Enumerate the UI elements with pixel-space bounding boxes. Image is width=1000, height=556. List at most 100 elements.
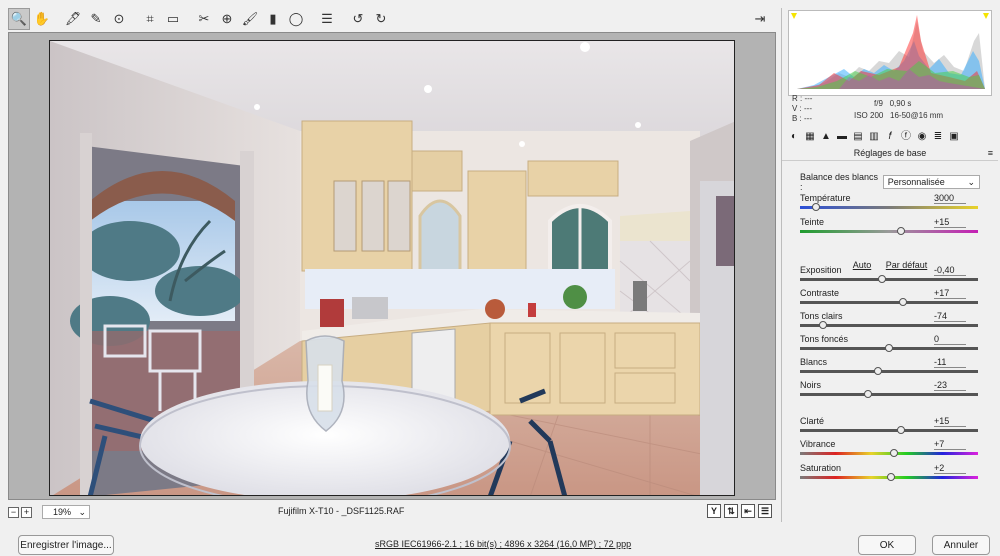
target-icon: ⊙ <box>113 11 125 26</box>
vibrance-track[interactable] <box>800 452 978 455</box>
shadows-slider[interactable]: Tons foncés 0 <box>800 334 980 356</box>
shadows-value-field[interactable]: 0 <box>934 334 966 345</box>
zoom-level-select[interactable]: 19% ⌄ <box>42 505 90 519</box>
white-balance-select[interactable]: Personnalisée ⌄ <box>882 175 980 189</box>
split-toning-tab[interactable]: ▤ <box>850 130 866 144</box>
bottom-bar: Enregistrer l'image... sRGB IEC61966-2.1… <box>0 528 1000 556</box>
histogram-graph <box>791 13 989 89</box>
ok-button[interactable]: OK <box>858 535 916 555</box>
photo-preview[interactable] <box>49 40 735 496</box>
highlights-value-field[interactable]: -74 <box>934 311 966 322</box>
vibrance-value-field[interactable]: +7 <box>934 439 966 450</box>
contrast-track[interactable] <box>800 301 978 304</box>
tone-curve-tab[interactable]: ▦ <box>802 130 818 144</box>
clarity-slider[interactable]: Clarté +15 <box>800 416 980 438</box>
blacks-thumb[interactable] <box>863 390 872 398</box>
presets-tab[interactable]: ≣ <box>930 130 946 144</box>
preferences-tool[interactable]: ☰ <box>316 8 338 30</box>
zoom-tool[interactable]: 🔍 <box>8 8 30 30</box>
whites-slider[interactable]: Blancs -11 <box>800 357 980 379</box>
highlights-label: Tons clairs <box>800 311 843 321</box>
save-image-button[interactable]: Enregistrer l'image... <box>18 535 114 555</box>
before-after-swap-button[interactable]: ⇅ <box>724 504 738 518</box>
panel-menu-icon[interactable]: ≡ <box>988 148 993 158</box>
highlights-thumb[interactable] <box>819 321 828 329</box>
tint-track[interactable] <box>800 230 978 233</box>
zoom-out-button[interactable]: − <box>8 506 19 518</box>
copy-settings-button[interactable]: ⇤ <box>741 504 755 518</box>
shadows-thumb[interactable] <box>885 344 893 352</box>
highlights-slider[interactable]: Tons clairs -74 <box>800 311 980 333</box>
contrast-thumb[interactable] <box>899 298 908 306</box>
whites-thumb[interactable] <box>874 367 883 375</box>
exposure-thumb[interactable] <box>877 275 886 283</box>
exposure-track[interactable] <box>800 278 978 281</box>
effects-tab[interactable]: 𝑓 <box>882 130 898 144</box>
blacks-value-field[interactable]: -23 <box>934 380 966 391</box>
exposure-value-field[interactable]: -0,40 <box>934 265 966 276</box>
adjustment-brush-tool[interactable]: 🖌 <box>239 8 261 30</box>
rotate-left-tool[interactable]: ↺ <box>347 8 369 30</box>
basic-tab[interactable]: ◐ <box>786 130 802 144</box>
spot-removal-tool[interactable]: ✂ <box>193 8 215 30</box>
target-adjustment-tool[interactable]: ⊙ <box>108 8 130 30</box>
straighten-tool[interactable]: ▭ <box>162 8 184 30</box>
temperature-value-field[interactable]: 3000 <box>934 193 966 204</box>
clarity-thumb[interactable] <box>897 426 906 434</box>
saturation-slider[interactable]: Saturation +2 <box>800 463 980 485</box>
image-preview-area[interactable] <box>8 32 776 500</box>
blacks-track[interactable] <box>800 393 978 396</box>
temperature-track[interactable] <box>800 206 978 209</box>
saturation-thumb[interactable] <box>886 473 895 481</box>
lens-tab[interactable]: ▥ <box>866 130 882 144</box>
radial-filter-tool[interactable]: ◯ <box>285 8 307 30</box>
r-value: --- <box>804 94 813 103</box>
contrast-value-field[interactable]: +17 <box>934 288 966 299</box>
hsl-tab[interactable]: ▬ <box>834 130 850 144</box>
detail-tab[interactable]: ▲ <box>818 130 834 144</box>
rotate-right-tool[interactable]: ↻ <box>370 8 392 30</box>
contrast-slider[interactable]: Contraste +17 <box>800 288 980 310</box>
graduated-filter-tool[interactable]: ▮ <box>262 8 284 30</box>
exposure-slider[interactable]: Exposition -0,40 <box>800 265 980 287</box>
iso-value: ISO 200 <box>854 111 884 120</box>
fx-tab[interactable]: ⓕ <box>898 130 914 144</box>
clarity-value-field[interactable]: +15 <box>934 416 966 427</box>
zoom-level-value: 19% <box>53 507 72 517</box>
histogram <box>788 10 992 96</box>
whites-value-field[interactable]: -11 <box>934 357 966 368</box>
temperature-thumb[interactable] <box>812 203 821 211</box>
cancel-button[interactable]: Annuler <box>932 535 990 555</box>
tint-thumb[interactable] <box>897 227 906 235</box>
white-balance-tool[interactable]: 🖋 <box>62 8 84 30</box>
crop-tool[interactable]: ⌗ <box>139 8 161 30</box>
brush-icon: 🖌 <box>241 11 259 26</box>
fullscreen-exit-icon[interactable]: ⇥ <box>749 8 771 30</box>
toggle-defaults-button[interactable]: ☰ <box>758 504 772 518</box>
hand-tool[interactable]: ✋ <box>31 8 53 30</box>
pixel-info: R : --- V : --- B : --- f/9 0,90 s ISO 2… <box>792 94 992 126</box>
blacks-slider[interactable]: Noirs -23 <box>800 380 980 402</box>
camera-filename: Fujifilm X-T10 - _DSF1125.RAF <box>278 506 405 516</box>
tint-value-field[interactable]: +15 <box>934 217 966 228</box>
saturation-value-field[interactable]: +2 <box>934 463 966 474</box>
before-after-y-button[interactable]: Y <box>707 504 721 518</box>
tint-slider[interactable]: Teinte +15 <box>800 217 980 239</box>
vibrance-slider[interactable]: Vibrance +7 <box>800 439 980 461</box>
highlight-clipping-warning-icon <box>983 13 989 19</box>
whites-label: Blancs <box>800 357 828 367</box>
clarity-track[interactable] <box>800 429 978 432</box>
red-eye-icon: ⊕ <box>221 11 233 26</box>
red-eye-tool[interactable]: ⊕ <box>216 8 238 30</box>
workflow-options-link[interactable]: sRGB IEC61966-2.1 ; 16 bit(s) ; 4896 x 3… <box>375 539 631 549</box>
zoom-in-button[interactable]: + <box>21 506 32 518</box>
b-value: --- <box>804 114 813 123</box>
camera-calibration-tab[interactable]: ◉ <box>914 130 930 144</box>
saturation-label: Saturation <box>800 463 842 473</box>
whites-track[interactable] <box>800 370 978 373</box>
snapshots-tab[interactable]: ▣ <box>946 130 962 144</box>
vibrance-thumb[interactable] <box>890 449 899 457</box>
temperature-slider[interactable]: Température 3000 <box>800 193 980 215</box>
color-sampler-tool[interactable]: ✎ <box>85 8 107 30</box>
white-balance-value: Personnalisée <box>887 177 945 187</box>
